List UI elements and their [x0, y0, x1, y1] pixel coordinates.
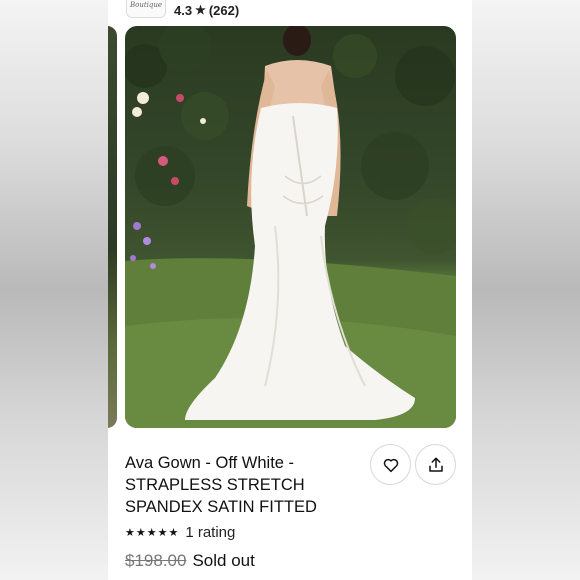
shop-rating: 4.3 ★ (262) [174, 0, 239, 18]
shop-logo-text: Boutique [129, 1, 163, 9]
shop-rating-count: (262) [208, 2, 240, 18]
title-block: Ava Gown - Off White - STRAPLESS STRETCH… [125, 452, 365, 518]
share-icon [428, 457, 443, 472]
heart-icon [383, 458, 398, 472]
background-left [0, 0, 108, 580]
listing-page: Boutique 4.3 ★ (262) Ava Gown - Off Whit… [108, 0, 472, 580]
shop-logo[interactable]: Boutique [126, 0, 166, 18]
listing-title: Ava Gown - Off White - STRAPLESS STRETCH… [125, 454, 317, 516]
previous-image-thumbnail[interactable] [108, 26, 117, 428]
shop-header[interactable]: Boutique 4.3 ★ (262) [126, 0, 239, 18]
rating-label: 1 rating [185, 524, 236, 541]
listing-rating[interactable]: ★★★★★ 1 rating [125, 524, 235, 541]
background-right [472, 0, 580, 580]
product-photo [125, 26, 456, 428]
original-price: $198.00 [125, 551, 187, 570]
rating-stars: ★★★★★ [125, 527, 180, 539]
price-row: $198.00 Sold out [125, 551, 255, 571]
share-button[interactable] [415, 444, 456, 485]
product-image[interactable] [125, 26, 456, 428]
star-icon: ★ [195, 3, 206, 17]
favorite-button[interactable] [370, 444, 411, 485]
sold-out-status: Sold out [192, 551, 255, 570]
shop-rating-value: 4.3 [174, 2, 193, 18]
